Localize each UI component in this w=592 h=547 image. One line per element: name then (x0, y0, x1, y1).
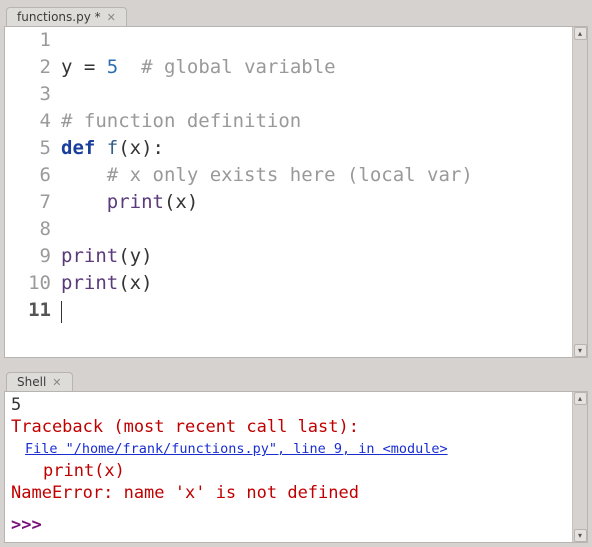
shell-tab-label: Shell (17, 375, 46, 389)
editor-content[interactable]: 1234567891011 y = 5 # global variable # f… (5, 27, 572, 357)
line-number: 6 (5, 162, 51, 189)
shell-stderr-line: print(x) (43, 460, 566, 482)
editor-content-wrap: 1234567891011 y = 5 # global variable # f… (4, 26, 588, 358)
line-number: 11 (5, 297, 51, 324)
code-line[interactable] (61, 81, 572, 108)
code-line[interactable]: print(x) (61, 270, 572, 297)
code-line[interactable]: print(y) (61, 243, 572, 270)
code-line[interactable] (61, 27, 572, 54)
line-number: 4 (5, 108, 51, 135)
scroll-up-icon[interactable]: ▴ (574, 392, 587, 405)
shell-content[interactable]: 5Traceback (most recent call last):File … (5, 392, 572, 542)
close-icon[interactable]: ✕ (107, 11, 116, 24)
code-area[interactable]: y = 5 # global variable # function defini… (61, 27, 572, 357)
shell-pane: Shell ✕ 5Traceback (most recent call las… (0, 365, 592, 547)
editor-scrollbar[interactable]: ▴ ▾ (572, 27, 587, 357)
shell-output[interactable]: 5Traceback (most recent call last):File … (5, 392, 572, 538)
traceback-link[interactable]: File "/home/frank/functions.py", line 9,… (25, 438, 566, 460)
line-number: 8 (5, 216, 51, 243)
shell-scrollbar[interactable]: ▴ ▾ (572, 392, 587, 542)
scroll-down-icon[interactable]: ▾ (574, 344, 587, 357)
shell-tab-row: Shell ✕ (4, 369, 588, 391)
code-line[interactable]: # x only exists here (local var) (61, 162, 572, 189)
line-number-gutter: 1234567891011 (5, 27, 61, 357)
text-cursor (61, 301, 62, 323)
code-editor[interactable]: 1234567891011 y = 5 # global variable # f… (5, 27, 572, 357)
editor-tab-label: functions.py * (17, 10, 101, 24)
code-line[interactable] (61, 216, 572, 243)
shell-content-wrap: 5Traceback (most recent call last):File … (4, 391, 588, 543)
code-line[interactable] (61, 297, 572, 324)
code-line[interactable]: # function definition (61, 108, 572, 135)
line-number: 7 (5, 189, 51, 216)
code-line[interactable]: print(x) (61, 189, 572, 216)
shell-stderr-line: Traceback (most recent call last): (11, 416, 566, 438)
scroll-up-icon[interactable]: ▴ (574, 27, 587, 40)
line-number: 3 (5, 81, 51, 108)
shell-prompt[interactable]: >>> (11, 514, 566, 536)
shell-stdout-line: 5 (11, 394, 566, 416)
line-number: 1 (5, 27, 51, 54)
editor-pane: functions.py * ✕ 1234567891011 y = 5 # g… (0, 0, 592, 362)
scroll-down-icon[interactable]: ▾ (574, 529, 587, 542)
shell-stderr-line: NameError: name 'x' is not defined (11, 482, 566, 504)
shell-tab[interactable]: Shell ✕ (6, 372, 73, 391)
line-number: 2 (5, 54, 51, 81)
close-icon[interactable]: ✕ (52, 376, 61, 389)
line-number: 9 (5, 243, 51, 270)
editor-tab-row: functions.py * ✕ (4, 4, 588, 26)
line-number: 5 (5, 135, 51, 162)
line-number: 10 (5, 270, 51, 297)
editor-tab[interactable]: functions.py * ✕ (6, 7, 127, 26)
code-line[interactable]: def f(x): (61, 135, 572, 162)
code-line[interactable]: y = 5 # global variable (61, 54, 572, 81)
